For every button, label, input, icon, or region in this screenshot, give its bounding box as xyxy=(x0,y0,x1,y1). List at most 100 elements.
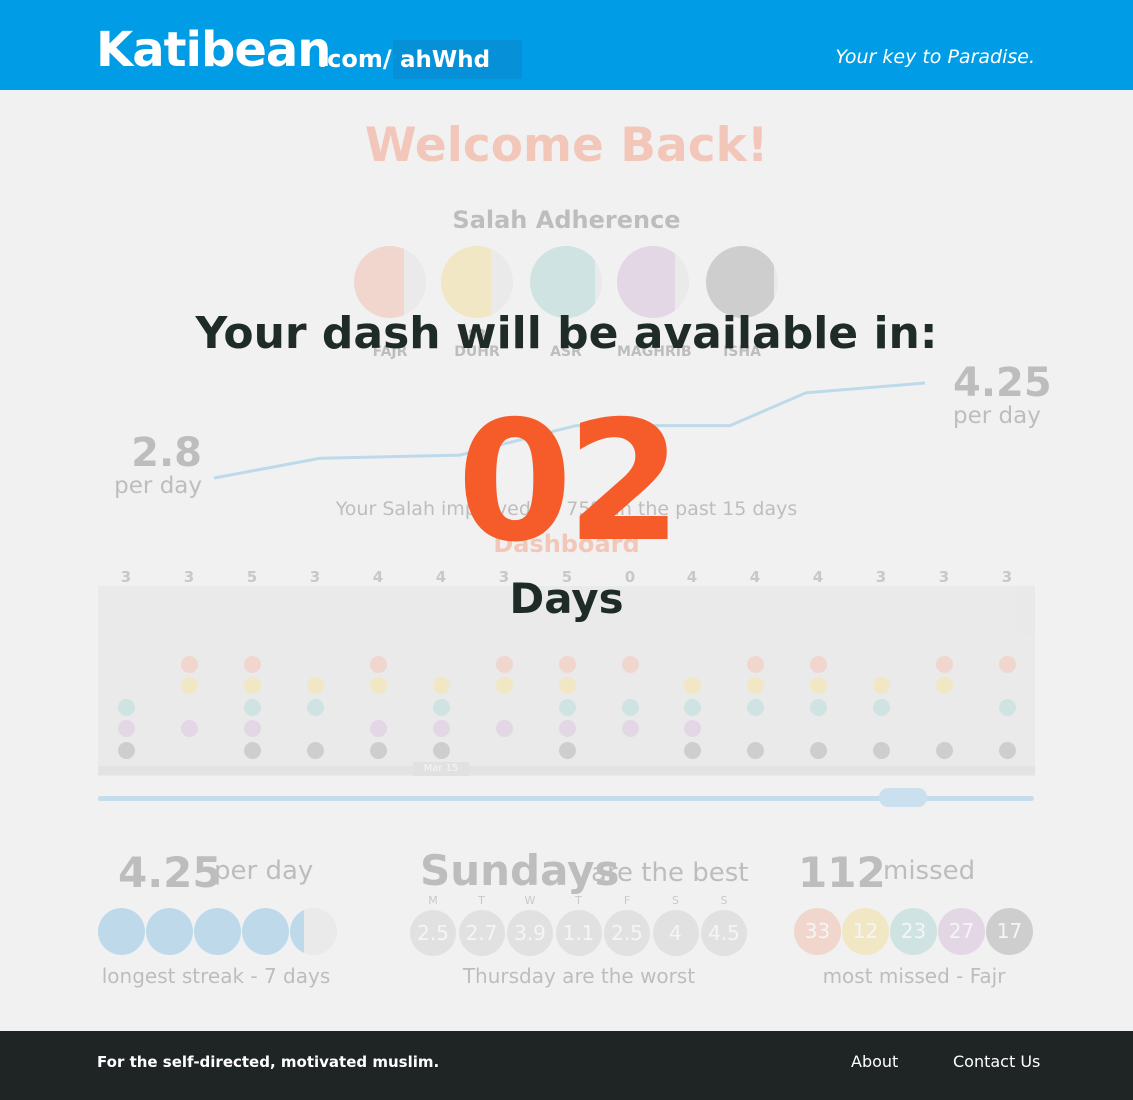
week-day-letter: F xyxy=(623,894,631,907)
heatmap-dot xyxy=(684,720,701,737)
heatmap-dot xyxy=(244,699,261,716)
heatmap-axis xyxy=(98,766,1035,775)
heatmap-dot xyxy=(873,742,890,759)
heatmap-dot xyxy=(370,720,387,737)
heatmap-dot xyxy=(118,699,135,716)
heatmap-dot xyxy=(622,720,639,737)
worst-day-caption: Thursday are the worst xyxy=(462,964,696,988)
heatmap-dot xyxy=(118,720,135,737)
best-day-suffix: are the best xyxy=(591,858,749,888)
missed-value: 112 xyxy=(798,848,886,897)
rate-unit: per day xyxy=(214,856,314,886)
streak-circle xyxy=(194,908,241,955)
heatmap-dot xyxy=(244,656,261,673)
heatmap-dot xyxy=(496,656,513,673)
week-day-circle: 2.7 xyxy=(458,910,505,956)
week-day-circle: 4.5 xyxy=(701,910,747,956)
week-day-circle: 2.5 xyxy=(410,910,456,956)
heatmap-dot xyxy=(810,677,827,694)
brand-domain-suffix: .com/ xyxy=(318,45,392,73)
heatmap-dot xyxy=(307,742,324,759)
heatmap-dot xyxy=(307,677,324,694)
heatmap-dot xyxy=(936,656,953,673)
timeline-scrubber-handle[interactable] xyxy=(879,788,927,807)
heatmap-dot xyxy=(370,656,387,673)
username-field-box xyxy=(393,40,522,79)
missed-unit: missed xyxy=(883,856,976,886)
week-day-letter: S xyxy=(720,894,728,907)
heatmap-dot xyxy=(244,720,261,737)
week-day-circle: 3.9 xyxy=(507,910,553,956)
missed-circle: 12 xyxy=(842,908,889,955)
heatmap-dot xyxy=(181,656,198,673)
username-input[interactable] xyxy=(393,40,522,79)
heatmap-dot xyxy=(559,720,576,737)
heatmap-dot xyxy=(747,677,764,694)
streak-circle xyxy=(146,908,193,955)
heatmap-dot xyxy=(118,742,135,759)
heatmap-dot xyxy=(559,742,576,759)
heatmap-dot xyxy=(559,677,576,694)
heatmap-dot xyxy=(684,742,701,759)
week-day-letter: S xyxy=(672,894,679,907)
heatmap-dot xyxy=(747,742,764,759)
contact-link[interactable]: Contact Us xyxy=(953,1052,1040,1071)
rate-value: 4.25 xyxy=(118,848,222,897)
heatmap-dot xyxy=(307,699,324,716)
streak-circle xyxy=(290,908,337,955)
week-day-circle: 2.5 xyxy=(604,910,650,956)
missed-circle: 23 xyxy=(890,908,937,955)
heatmap-dot xyxy=(496,677,513,694)
week-day-letter: M xyxy=(428,894,438,907)
missed-circle: 33 xyxy=(794,908,841,955)
about-link[interactable]: About xyxy=(851,1052,898,1071)
missed-caption: most missed - Fajr xyxy=(822,964,1006,988)
heatmap-dot xyxy=(181,720,198,737)
heatmap-dot xyxy=(999,699,1016,716)
countdown-unit: Days xyxy=(509,574,624,623)
heatmap-dot xyxy=(810,742,827,759)
heatmap-dot xyxy=(810,699,827,716)
heatmap-axis-label: Mar 15 xyxy=(413,762,469,776)
header-tagline: Your key to Paradise. xyxy=(835,46,1035,68)
heatmap-dot xyxy=(999,656,1016,673)
heatmap-dot xyxy=(936,742,953,759)
heatmap-dot xyxy=(559,699,576,716)
site-header: Katibean .com/ Your key to Paradise. xyxy=(0,0,1133,90)
heatmap-dot xyxy=(433,720,450,737)
footer-tagline: For the self-directed, motivated muslim. xyxy=(97,1053,440,1071)
missed-circle: 17 xyxy=(986,908,1033,955)
heatmap-dot xyxy=(684,677,701,694)
heatmap-dot xyxy=(622,699,639,716)
brand-logo[interactable]: Katibean xyxy=(96,22,331,78)
heatmap-dot xyxy=(622,656,639,673)
heatmap-dot xyxy=(873,699,890,716)
missed-circle: 27 xyxy=(938,908,985,955)
streak-circle xyxy=(98,908,145,955)
week-day-letter: T xyxy=(478,894,485,907)
heatmap-dot xyxy=(496,720,513,737)
heatmap-dot xyxy=(999,742,1016,759)
streak-caption: longest streak - 7 days xyxy=(101,964,331,988)
heatmap-dot xyxy=(433,742,450,759)
heatmap-dot xyxy=(433,699,450,716)
site-footer: For the self-directed, motivated muslim.… xyxy=(0,1031,1133,1100)
heatmap-dot xyxy=(810,656,827,673)
countdown-number: 02 xyxy=(456,386,682,579)
heatmap-dot xyxy=(873,677,890,694)
streak-circle xyxy=(242,908,289,955)
heatmap-dot xyxy=(936,677,953,694)
countdown-title: Your dash will be available in: xyxy=(195,308,938,359)
best-day: Sundays xyxy=(420,846,620,895)
heatmap-dot xyxy=(370,742,387,759)
heatmap-dot xyxy=(244,677,261,694)
heatmap-dot xyxy=(747,699,764,716)
heatmap-dot xyxy=(370,677,387,694)
heatmap-dot xyxy=(181,677,198,694)
week-day-circle: 1.1 xyxy=(555,910,602,956)
heatmap-dot xyxy=(244,742,261,759)
week-day-letter: W xyxy=(524,894,536,907)
heatmap-dot xyxy=(433,677,450,694)
week-day-circle: 4 xyxy=(652,910,699,956)
heatmap-dot xyxy=(747,656,764,673)
